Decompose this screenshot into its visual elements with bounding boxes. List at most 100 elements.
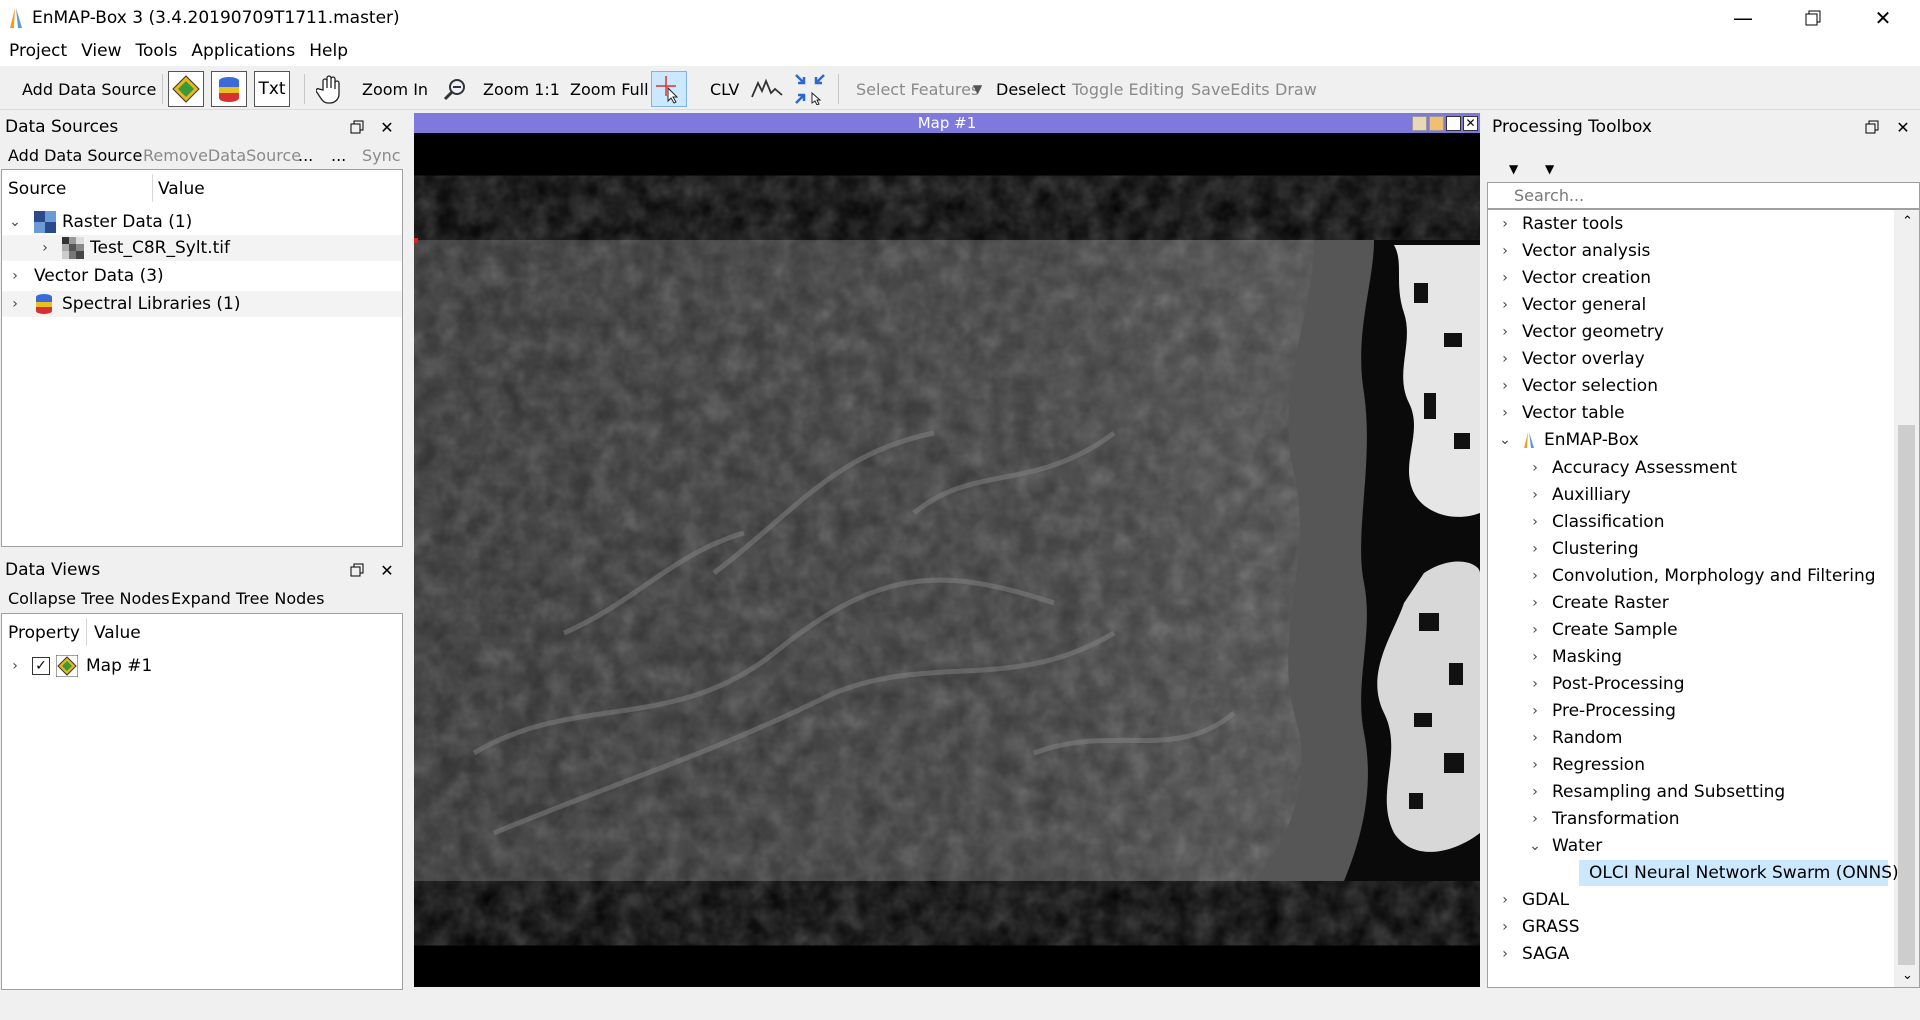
chevron-down-icon[interactable]: ⌄ — [1498, 432, 1512, 448]
chevron-right-icon[interactable]: › — [1498, 946, 1512, 962]
chevron-right-icon[interactable]: › — [1528, 460, 1542, 476]
toolbox-group-vector-creation[interactable]: › Vector creation — [1498, 265, 1651, 291]
expand-tree-nodes-action[interactable]: Expand Tree Nodes — [171, 585, 324, 611]
chevron-right-icon[interactable]: › — [38, 240, 52, 256]
close-panel-icon[interactable]: ✕ — [1893, 117, 1913, 137]
map-float-icon[interactable] — [1446, 115, 1461, 131]
add-map-view-icon[interactable] — [168, 71, 204, 107]
zoom-in-button[interactable]: Zoom In — [362, 72, 428, 106]
restore-icon[interactable] — [1778, 0, 1848, 36]
map-canvas[interactable] — [414, 133, 1480, 987]
toolbox-group-masking[interactable]: › Masking — [1528, 644, 1622, 670]
zoom-1-1-button[interactable]: Zoom 1:1 — [483, 72, 560, 106]
tree-item-raster-data[interactable]: ⌄ Raster Data (1) — [8, 209, 192, 235]
chevron-right-icon[interactable]: › — [1498, 892, 1512, 908]
chevron-right-icon[interactable]: › — [1528, 568, 1542, 584]
add-data-source-action[interactable]: Add Data Source — [8, 142, 142, 168]
close-window-icon[interactable]: ✕ — [1848, 0, 1918, 36]
toolbox-group-vector-overlay[interactable]: › Vector overlay — [1498, 346, 1645, 372]
add-spectral-library-icon[interactable] — [211, 71, 247, 107]
menu-project[interactable]: Project — [2, 41, 74, 61]
spectral-profile-icon[interactable] — [749, 71, 785, 107]
chevron-right-icon[interactable]: › — [1528, 757, 1542, 773]
map-link-icon[interactable] — [1429, 115, 1444, 131]
toolbox-group-create-sample[interactable]: › Create Sample — [1528, 617, 1677, 643]
add-data-source-button[interactable]: Add Data Source — [22, 72, 156, 106]
toggle-editing-button[interactable]: Toggle Editing — [1072, 72, 1184, 106]
pan-hand-icon[interactable] — [312, 71, 348, 107]
chevron-right-icon[interactable]: › — [8, 296, 22, 312]
tree-item-spectral-libraries[interactable]: › Spectral Libraries (1) — [2, 291, 402, 317]
map-visible-checkbox[interactable]: ✓ — [32, 657, 50, 675]
zoom-out-magnifier-icon[interactable] — [437, 71, 473, 107]
toolbox-group-classification[interactable]: › Classification — [1528, 509, 1664, 535]
toolbox-group-saga[interactable]: › SAGA — [1498, 941, 1569, 967]
toolbox-group-vector-selection[interactable]: › Vector selection — [1498, 373, 1658, 399]
toolbox-group-accuracy-assessment[interactable]: › Accuracy Assessment — [1528, 455, 1737, 481]
chevron-right-icon[interactable]: › — [1528, 541, 1542, 557]
scroll-up-icon[interactable]: ⌃ — [1902, 214, 1913, 229]
toolbox-group-regression[interactable]: › Regression — [1528, 752, 1645, 778]
chevron-right-icon[interactable]: › — [1528, 514, 1542, 530]
close-panel-icon[interactable]: ✕ — [377, 117, 397, 137]
menu-applications[interactable]: Applications — [184, 41, 302, 61]
save-edits-button[interactable]: SaveEdits — [1191, 72, 1270, 106]
chevron-right-icon[interactable]: › — [1528, 730, 1542, 746]
tree-item-vector-data[interactable]: › Vector Data (3) — [8, 263, 163, 289]
toolbox-group-raster-tools[interactable]: › Raster tools — [1498, 211, 1623, 237]
minimize-icon[interactable]: — — [1708, 0, 1778, 36]
chevron-right-icon[interactable]: › — [1498, 324, 1512, 340]
toolbox-group-convolution[interactable]: › Convolution, Morphology and Filtering — [1528, 563, 1875, 589]
select-features-button[interactable]: Select Features — [856, 72, 979, 106]
sync-map-views-icon[interactable] — [792, 71, 828, 107]
toolbox-group-create-raster[interactable]: › Create Raster — [1528, 590, 1669, 616]
chevron-right-icon[interactable]: › — [1498, 351, 1512, 367]
map-close-icon[interactable]: ✕ — [1463, 115, 1478, 131]
chevron-right-icon[interactable]: › — [1528, 676, 1542, 692]
chevron-right-icon[interactable]: › — [1528, 784, 1542, 800]
toolbox-group-grass[interactable]: › GRASS — [1498, 914, 1579, 940]
scroll-down-icon[interactable]: ⌄ — [1902, 968, 1913, 983]
chevron-down-icon[interactable]: ⌄ — [1528, 838, 1542, 854]
float-panel-icon[interactable] — [347, 560, 367, 580]
toolbox-settings-dropdown-icon[interactable]: ▼ — [1545, 162, 1554, 176]
toolbox-search-input[interactable]: Search... — [1487, 182, 1920, 209]
tree-item-map-1[interactable]: › ✓ Map #1 — [8, 653, 152, 679]
toolbox-group-pre-processing[interactable]: › Pre-Processing — [1528, 698, 1676, 724]
float-panel-icon[interactable] — [347, 117, 367, 137]
add-text-view-icon[interactable]: Txt — [254, 71, 290, 107]
menu-help[interactable]: Help — [302, 41, 355, 61]
float-panel-icon[interactable] — [1862, 117, 1882, 137]
more-action-2[interactable]: ... — [331, 142, 346, 168]
chevron-right-icon[interactable]: › — [1498, 405, 1512, 421]
toolbox-group-gdal[interactable]: › GDAL — [1498, 887, 1569, 913]
collapse-tree-nodes-action[interactable]: Collapse Tree Nodes — [8, 585, 170, 611]
chevron-down-icon[interactable]: ⌄ — [8, 214, 22, 230]
deselect-button[interactable]: Deselect — [996, 72, 1066, 106]
chevron-right-icon[interactable]: › — [1528, 622, 1542, 638]
chevron-right-icon[interactable]: › — [1528, 649, 1542, 665]
toolbox-group-water[interactable]: ⌄ Water — [1528, 833, 1602, 859]
sync-action[interactable]: Sync — [362, 142, 401, 168]
map-sync-icon[interactable] — [1412, 115, 1427, 131]
chevron-right-icon[interactable]: › — [1498, 297, 1512, 313]
remove-data-source-action[interactable]: RemoveDataSource — [143, 142, 301, 168]
draw-button[interactable]: Draw — [1275, 72, 1317, 106]
toolbox-group-auxilliary[interactable]: › Auxilliary — [1528, 482, 1631, 508]
zoom-full-button[interactable]: Zoom Full — [570, 72, 649, 106]
toolbox-group-vector-geometry[interactable]: › Vector geometry — [1498, 319, 1664, 345]
chevron-right-icon[interactable]: › — [1498, 216, 1512, 232]
scroll-thumb[interactable] — [1898, 425, 1915, 965]
toolbox-group-clustering[interactable]: › Clustering — [1528, 536, 1638, 562]
toolbox-group-random[interactable]: › Random — [1528, 725, 1622, 751]
toolbox-group-enmap-box[interactable]: ⌄ EnMAP-Box — [1498, 427, 1639, 453]
menu-tools[interactable]: Tools — [129, 41, 185, 61]
toolbox-algorithm-onns[interactable]: OLCI Neural Network Swarm (ONNS) — [1579, 860, 1899, 886]
chevron-right-icon[interactable]: › — [8, 268, 22, 284]
toolbox-group-vector-table[interactable]: › Vector table — [1498, 400, 1624, 426]
tree-item-test-c8r-sylt[interactable]: › Test_C8R_Sylt.tif — [2, 235, 402, 261]
menu-view[interactable]: View — [74, 41, 128, 61]
chevron-right-icon[interactable]: › — [1498, 270, 1512, 286]
more-action-1[interactable]: ... — [298, 142, 313, 168]
toolbox-group-vector-general[interactable]: › Vector general — [1498, 292, 1646, 318]
